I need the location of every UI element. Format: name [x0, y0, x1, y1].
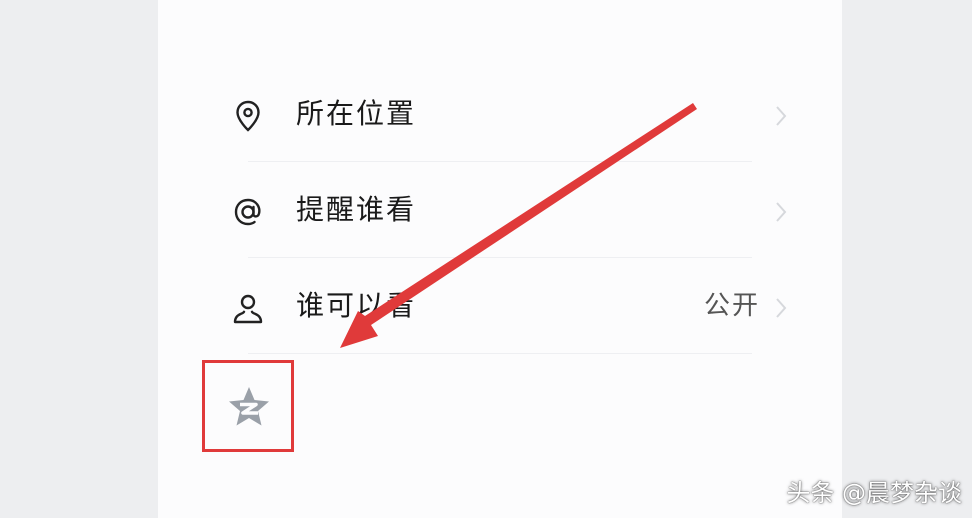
settings-row-label: 谁可以看 — [296, 289, 417, 322]
person-icon — [230, 290, 266, 326]
location-pin-icon — [230, 98, 266, 134]
qzone-star-icon[interactable] — [225, 383, 273, 431]
at-sign-icon — [230, 194, 266, 230]
highlight-box — [202, 360, 294, 452]
divider — [248, 353, 752, 354]
chevron-right-icon — [774, 200, 788, 224]
chevron-right-icon — [774, 104, 788, 128]
settings-row-label: 所在位置 — [296, 97, 417, 130]
watermark: 头条 @晨梦杂谈 — [786, 479, 962, 507]
settings-row-label: 提醒谁看 — [296, 193, 417, 226]
chevron-right-icon — [774, 296, 788, 320]
settings-row-remind[interactable]: 提醒谁看 — [200, 162, 800, 258]
settings-row-visibility[interactable]: 谁可以看 公开 — [200, 258, 800, 354]
settings-row-location[interactable]: 所在位置 — [200, 66, 800, 162]
settings-row-value: 公开 — [703, 291, 760, 321]
